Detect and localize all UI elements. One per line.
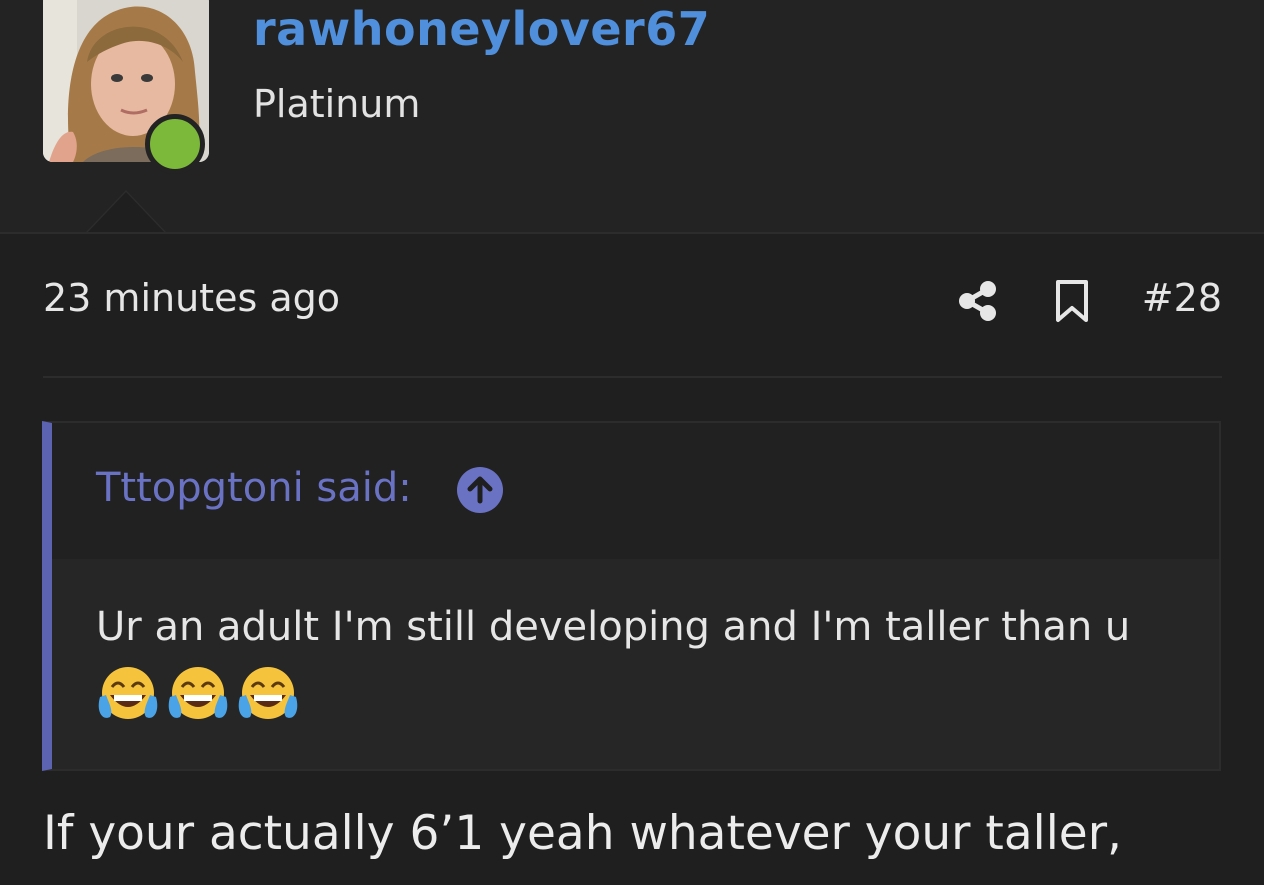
bookmark-button[interactable] <box>1049 278 1095 324</box>
quote-jump-button[interactable] <box>457 467 503 513</box>
username-link[interactable]: rawhoneylover67 <box>253 2 710 56</box>
post-timestamp[interactable]: 23 minutes ago <box>43 276 340 320</box>
quote-author-link[interactable]: Tttopgtoni said: <box>96 465 412 511</box>
laughing-crying-emoji-icon <box>238 667 298 719</box>
online-status-dot <box>145 114 205 174</box>
post-number-link[interactable]: #28 <box>1142 276 1222 320</box>
post-meta-row: 23 minutes ago #28 <box>43 276 1222 328</box>
meta-divider <box>43 376 1222 378</box>
laughing-crying-emoji-icon <box>98 667 158 719</box>
laughing-crying-emoji-icon <box>168 667 228 719</box>
quote-header: Tttopgtoni said: <box>52 423 1219 559</box>
bookmark-icon <box>1056 280 1088 322</box>
share-button[interactable] <box>955 278 1001 324</box>
share-icon <box>959 281 996 321</box>
quote-text: Ur an adult I'm still developing and I'm… <box>96 604 1131 650</box>
post-user-header: rawhoneylover67 Platinum <box>0 0 1264 234</box>
user-title: Platinum <box>253 82 421 126</box>
quote-block: Tttopgtoni said: Ur an adult I'm still d… <box>42 421 1221 771</box>
arrow-up-icon <box>467 476 493 504</box>
reply-text-line: If your actually 6’1 yeah whatever your … <box>43 806 1122 861</box>
user-avatar-container[interactable] <box>43 0 209 174</box>
header-caret <box>88 192 164 232</box>
